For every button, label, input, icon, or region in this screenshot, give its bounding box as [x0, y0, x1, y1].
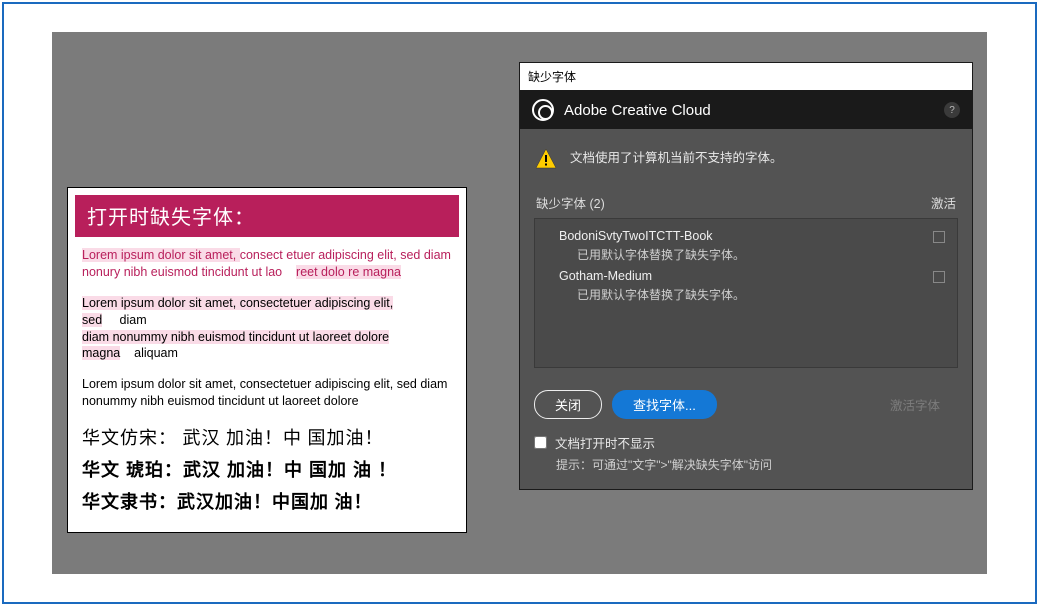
missing-fonts-dialog: 缺少字体 Adobe Creative Cloud ? 文档使用了计算机当前不支… — [519, 62, 973, 490]
warning-row: 文档使用了计算机当前不支持的字体。 — [534, 147, 958, 171]
missing-count-label: 缺少字体 (2) — [536, 193, 605, 212]
hint-text: 提示：可通过"文字">"解决缺失字体"访问 — [520, 454, 972, 489]
help-icon[interactable]: ? — [944, 102, 960, 118]
warning-icon — [534, 147, 558, 171]
activate-checkbox[interactable] — [933, 271, 945, 283]
dialog-body: 文档使用了计算机当前不支持的字体。 缺少字体 (2) 激活 BodoniSvty… — [520, 129, 972, 372]
paragraph-3: Lorem ipsum dolor sit amet, consectetuer… — [82, 376, 452, 410]
document-title-bar: 打开时缺失字体： — [75, 195, 459, 237]
dialog-titlebar: 缺少字体 — [520, 63, 972, 91]
creative-cloud-bar: Adobe Creative Cloud ? — [520, 91, 972, 129]
app-frame: 打开时缺失字体： Lorem ipsum dolor sit amet, con… — [2, 2, 1037, 604]
missing-font-list: BodoniSvtyTwoITCTT-Book 已用默认字体替换了缺失字体。 G… — [534, 218, 958, 368]
text-run: diam nonummy nibh euismod tincidunt ut l… — [82, 330, 389, 361]
font-status: 已用默认字体替换了缺失字体。 — [559, 283, 947, 303]
font-item[interactable]: Gotham-Medium 已用默认字体替换了缺失字体。 — [539, 265, 953, 305]
paragraph-2: Lorem ipsum dolor sit amet, consectetuer… — [82, 295, 452, 363]
dont-show-row: 文档打开时不显示 — [520, 425, 972, 454]
font-status: 已用默认字体替换了缺失字体。 — [559, 243, 947, 263]
workspace: 打开时缺失字体： Lorem ipsum dolor sit amet, con… — [52, 32, 987, 574]
activate-checkbox[interactable] — [933, 231, 945, 243]
text-run: reet dolo re magna — [296, 265, 401, 279]
paragraph-1: Lorem ipsum dolor sit amet, consect etue… — [82, 247, 452, 281]
font-name: BodoniSvtyTwoITCTT-Book — [559, 229, 947, 243]
font-list-header: 缺少字体 (2) 激活 — [534, 189, 958, 218]
text-run: Lorem ipsum dolor sit amet, — [82, 248, 240, 262]
text-run: Lorem ipsum dolor sit amet, consectetuer… — [82, 296, 393, 327]
dont-show-label: 文档打开时不显示 — [555, 433, 655, 452]
font-name: Gotham-Medium — [559, 269, 947, 283]
creative-cloud-icon — [532, 99, 554, 121]
text-run: aliquam — [134, 346, 178, 360]
dialog-button-row: 关闭 查找字体... 激活字体 — [520, 372, 972, 425]
font-item[interactable]: BodoniSvtyTwoITCTT-Book 已用默认字体替换了缺失字体。 — [539, 225, 953, 265]
activate-fonts-button-disabled: 激活字体 — [872, 391, 958, 418]
warning-text: 文档使用了计算机当前不支持的字体。 — [570, 147, 783, 166]
dont-show-checkbox[interactable] — [534, 436, 547, 449]
document-preview: 打开时缺失字体： Lorem ipsum dolor sit amet, con… — [67, 187, 467, 533]
activate-column-label: 激活 — [931, 193, 956, 212]
cjk-row-fangsong: 华文仿宋： 武汉 加油！中 国加油！ — [82, 424, 452, 450]
creative-cloud-label: Adobe Creative Cloud — [564, 102, 711, 119]
cjk-row-hupo: 华文 琥珀：武汉 加油！中 国加 油 ！ — [82, 456, 452, 482]
close-button[interactable]: 关闭 — [534, 390, 602, 419]
find-fonts-button[interactable]: 查找字体... — [612, 390, 717, 419]
cjk-row-lishu: 华文隶书：武汉加油！中国加 油！ — [82, 488, 452, 514]
